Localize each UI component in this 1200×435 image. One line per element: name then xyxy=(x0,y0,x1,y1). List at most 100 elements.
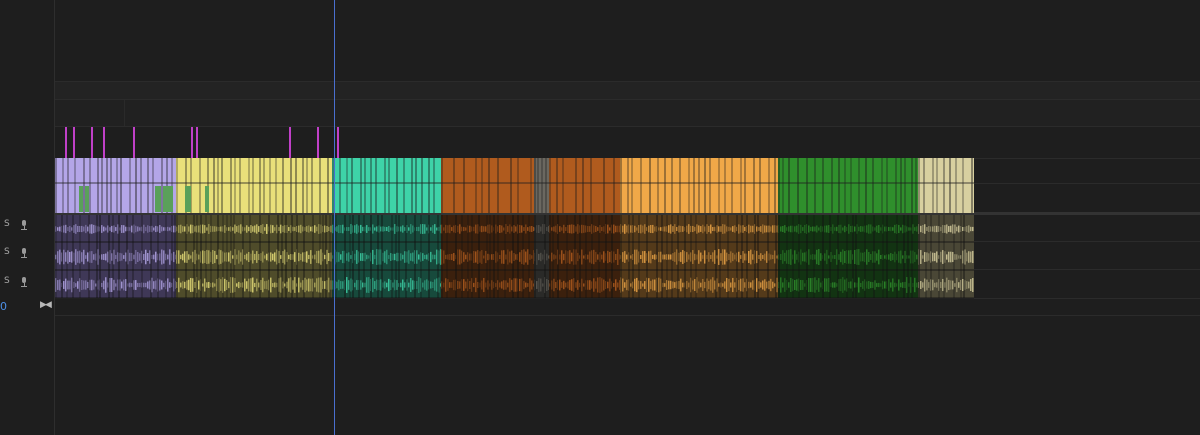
microphone-icon[interactable] xyxy=(20,248,28,258)
nested-clip[interactable] xyxy=(79,186,83,212)
audio-waveform-bar xyxy=(111,253,113,261)
audio-waveform-bar xyxy=(634,278,636,292)
audio-waveform-bar xyxy=(220,250,222,264)
clip-marker[interactable] xyxy=(73,127,75,158)
audio-waveform-bar xyxy=(670,254,672,260)
clip-marker[interactable] xyxy=(65,127,67,158)
audio-waveform-bar xyxy=(555,255,557,259)
microphone-icon[interactable] xyxy=(20,277,28,287)
nested-clip[interactable] xyxy=(185,186,191,212)
clip-marker[interactable] xyxy=(337,127,339,158)
audio-waveform-bar xyxy=(597,277,599,293)
nested-clip[interactable] xyxy=(155,186,161,212)
solo-button[interactable]: S xyxy=(4,276,16,286)
audio-waveform-bar xyxy=(609,278,611,292)
timeline-clips-area[interactable] xyxy=(55,126,1200,316)
audio-waveform-bar xyxy=(503,280,505,290)
audio-waveform-bar xyxy=(615,279,617,291)
audio-waveform-bar xyxy=(956,226,958,232)
audio-waveform-bar xyxy=(714,250,716,264)
audio-waveform-bar xyxy=(810,226,812,232)
audio-waveform-bar xyxy=(495,224,497,234)
audio-waveform-bar xyxy=(644,281,646,289)
audio-waveform-bar xyxy=(832,282,834,288)
audio-waveform-bar xyxy=(290,254,292,260)
audio-waveform-bar xyxy=(538,224,540,234)
audio-waveform-bar xyxy=(348,280,350,290)
audio-waveform-bar xyxy=(808,249,810,265)
solo-button[interactable]: S xyxy=(4,219,16,229)
audio-waveform-bar xyxy=(328,226,330,232)
audio-waveform-bar xyxy=(573,278,575,292)
audio-waveform-bar xyxy=(509,224,511,234)
audio-waveform-bar xyxy=(790,249,792,265)
audio-waveform-bar xyxy=(788,226,790,232)
clip-marker[interactable] xyxy=(91,127,93,158)
audio-waveform-bar xyxy=(890,253,892,261)
audio-waveform-bar xyxy=(430,251,432,263)
audio-waveform-bar xyxy=(788,282,790,288)
clip-marker[interactable] xyxy=(289,127,291,158)
clips-canvas[interactable] xyxy=(55,126,1200,316)
audio-waveform-bar xyxy=(924,278,926,292)
audio-waveform-bar xyxy=(607,224,609,234)
clip-marker[interactable] xyxy=(133,127,135,158)
nested-clip[interactable] xyxy=(85,186,89,212)
clip-marker[interactable] xyxy=(317,127,319,158)
audio-waveform-bar xyxy=(190,255,192,259)
audio-waveform-bar xyxy=(962,226,964,232)
audio-waveform-bar xyxy=(240,224,242,234)
audio-waveform-bar xyxy=(914,252,916,262)
video-clip[interactable] xyxy=(778,158,918,213)
audio-waveform-bar xyxy=(561,282,563,288)
nested-clip[interactable] xyxy=(205,186,209,212)
audio-waveform-bar xyxy=(790,277,792,293)
clip-marker[interactable] xyxy=(191,127,193,158)
microphone-icon[interactable] xyxy=(20,220,28,230)
audio-waveform-bar xyxy=(167,254,169,260)
audio-waveform-bar xyxy=(744,226,746,232)
audio-waveform-bar xyxy=(642,225,644,233)
timeline-ruler-area[interactable] xyxy=(0,0,1200,81)
audio-waveform-bar xyxy=(300,282,302,288)
snap-icon[interactable]: ▶◀ xyxy=(40,300,52,310)
audio-waveform-bar xyxy=(410,224,412,234)
audio-waveform-bar xyxy=(640,224,642,234)
playhead[interactable] xyxy=(334,0,335,435)
audio-waveform-bar xyxy=(93,254,95,260)
video-clip[interactable] xyxy=(332,158,441,213)
clip-marker[interactable] xyxy=(103,127,105,158)
audio-waveform-bar xyxy=(922,255,924,259)
audio-waveform-bar xyxy=(521,278,523,292)
audio-waveform-bar xyxy=(784,252,786,262)
nested-clip[interactable] xyxy=(163,186,173,212)
audio-waveform-bar xyxy=(449,224,451,234)
audio-waveform-bar xyxy=(525,282,527,288)
audio-waveform-bar xyxy=(750,282,752,288)
audio-waveform-bar xyxy=(71,227,73,231)
audio-waveform-bar xyxy=(744,253,746,261)
audio-waveform-bar xyxy=(802,280,804,290)
audio-waveform-bar xyxy=(376,249,378,265)
audio-waveform-bar xyxy=(356,250,358,264)
solo-button[interactable]: S xyxy=(4,247,16,257)
audio-waveform-bar xyxy=(424,280,426,290)
video-clip[interactable] xyxy=(918,158,974,213)
video-clip[interactable] xyxy=(549,158,620,213)
audio-waveform-bar xyxy=(563,253,565,261)
audio-waveform-bar xyxy=(519,278,521,292)
audio-waveform-bar xyxy=(380,279,382,291)
audio-waveform-bar xyxy=(812,277,814,293)
audio-waveform-bar xyxy=(75,283,77,287)
video-clip[interactable] xyxy=(176,158,332,213)
clip-marker[interactable] xyxy=(196,127,198,158)
audio-waveform-bar xyxy=(714,226,716,232)
audio-waveform-bar xyxy=(702,224,704,234)
audio-waveform-bar xyxy=(762,224,764,234)
timecode-display[interactable]: 0 xyxy=(0,300,7,313)
audio-waveform-bar xyxy=(302,226,304,232)
audio-waveform-bar xyxy=(515,278,517,292)
video-clip[interactable] xyxy=(441,158,534,213)
audio-waveform-bar xyxy=(910,277,912,293)
audio-waveform-bar xyxy=(712,277,714,293)
